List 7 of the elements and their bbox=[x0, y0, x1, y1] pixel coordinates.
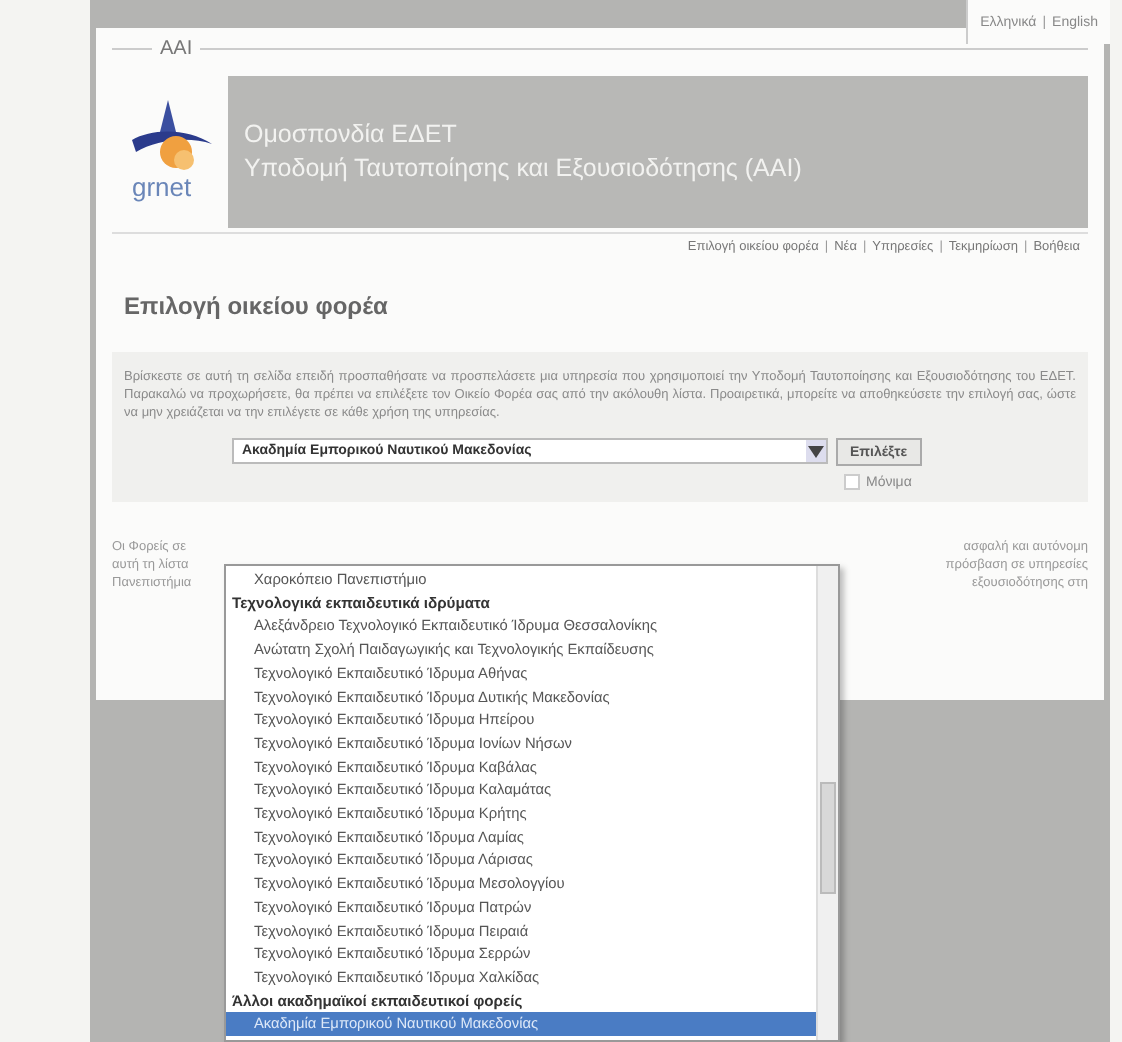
dropdown-arrow-icon bbox=[806, 440, 826, 462]
banner-title: Υποδομή Ταυτοποίησης και Εξουσιοδότησης (AAI) bbox=[244, 152, 804, 186]
banner-title: Ομοσπονδία ΕΔΕΤ bbox=[244, 118, 459, 152]
scrollbar[interactable] bbox=[816, 566, 838, 1040]
page-heading: Επιλογή οικείου φορέα bbox=[124, 292, 390, 320]
section-label: AAI bbox=[160, 37, 193, 59]
remember-checkbox[interactable] bbox=[844, 474, 860, 490]
